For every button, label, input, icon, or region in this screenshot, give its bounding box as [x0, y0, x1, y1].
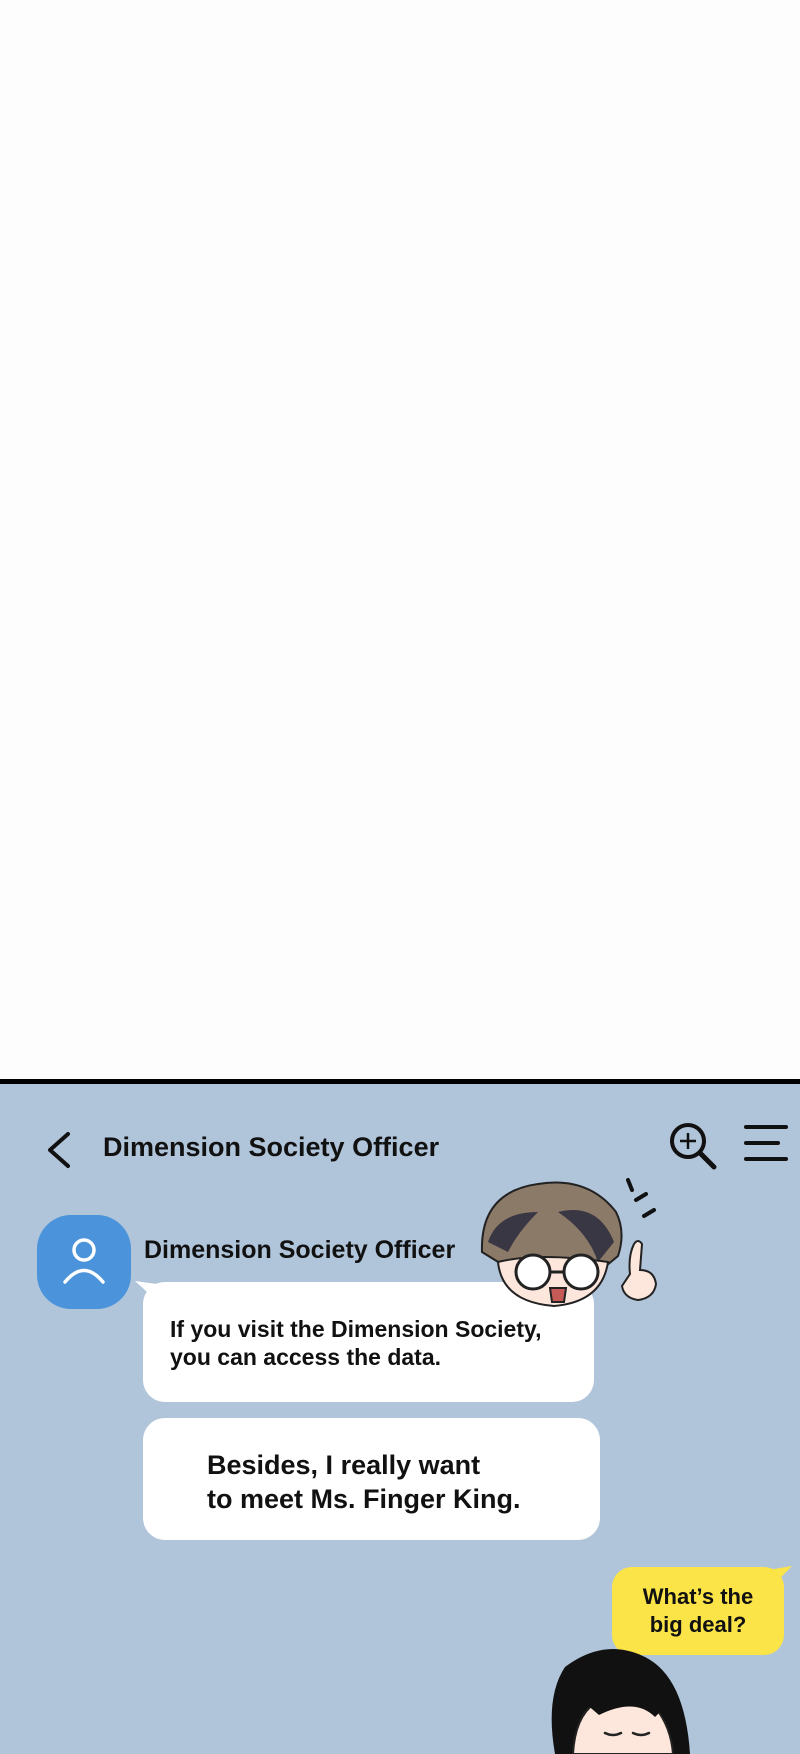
chat-screen: Dimension Society Officer Dimension Soci… — [0, 1084, 800, 1754]
blank-panel — [0, 0, 800, 1079]
chat-title: Dimension Society Officer — [103, 1132, 440, 1162]
zoom-in-search-icon — [670, 1123, 717, 1170]
search-button[interactable] — [668, 1122, 718, 1172]
avatar[interactable] — [37, 1215, 131, 1309]
back-button[interactable] — [40, 1130, 76, 1170]
message-bubble: Besides, I really want to meet Ms. Finge… — [143, 1418, 600, 1540]
message-text: Besides, I really want to meet Ms. Finge… — [207, 1450, 521, 1514]
message-text: If you visit the Dimension Society, you … — [170, 1316, 542, 1370]
menu-button[interactable] — [740, 1122, 790, 1166]
chibi-dark-hair-sticker — [551, 1649, 690, 1754]
hamburger-menu-icon — [744, 1125, 788, 1161]
chibi-glasses-sticker — [480, 1178, 658, 1308]
reply-text: What’s the big deal? — [642, 1584, 754, 1637]
chevron-left-icon — [48, 1132, 70, 1168]
person-icon — [63, 1238, 105, 1284]
sender-name: Dimension Society Officer — [144, 1236, 456, 1264]
